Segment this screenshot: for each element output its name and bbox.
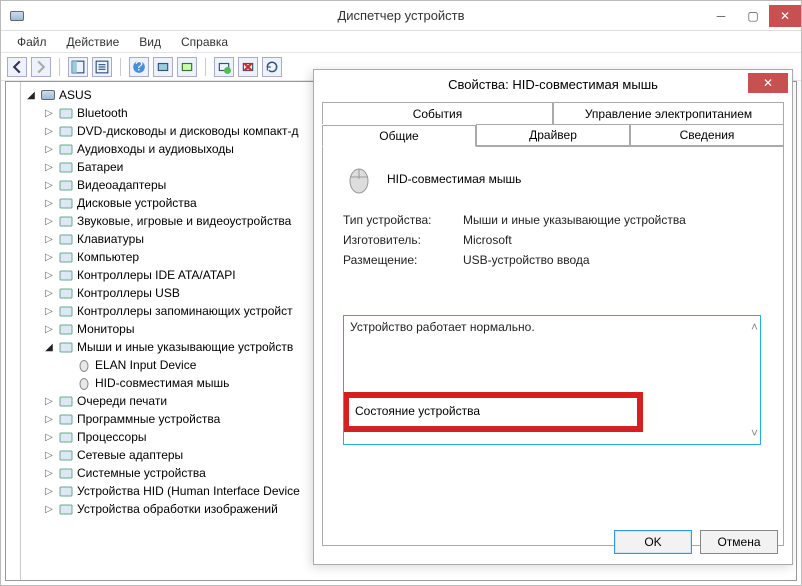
category-icon (58, 105, 74, 121)
toolbar-refresh-icon[interactable] (262, 57, 282, 77)
tab-body-general: HID-совместимая мышь Тип устройства: Мыш… (322, 146, 784, 546)
menu-help[interactable]: Справка (171, 35, 238, 49)
tree-item-label: Видеоадаптеры (77, 178, 166, 192)
category-icon (58, 303, 74, 319)
category-icon (58, 465, 74, 481)
menu-action[interactable]: Действие (57, 35, 130, 49)
category-icon (58, 231, 74, 247)
tree-item-label: Клавиатуры (77, 232, 144, 246)
category-icon (58, 177, 74, 193)
prop-loc-label: Размещение: (343, 253, 463, 267)
category-icon (58, 141, 74, 157)
prop-mfg-label: Изготовитель: (343, 233, 463, 247)
toolbar-forward-icon[interactable] (31, 57, 51, 77)
toolbar-help-icon[interactable]: ? (129, 57, 149, 77)
ok-button[interactable]: OK (614, 530, 692, 554)
tree-item-label: Контроллеры IDE ATA/ATAPI (77, 268, 236, 282)
tab-events[interactable]: События (322, 102, 553, 124)
tab-driver[interactable]: Драйвер (476, 124, 630, 146)
tree-item-label: Компьютер (77, 250, 139, 264)
tree-item-label: Контроллеры запоминающих устройст (77, 304, 293, 318)
menu-view[interactable]: Вид (129, 35, 171, 49)
tree-item-label: Очереди печати (77, 394, 167, 408)
tree-root-label: ASUS (59, 88, 92, 102)
tree-child-label: HID-совместимая мышь (95, 376, 229, 390)
tree-item-label: Процессоры (77, 430, 147, 444)
tab-power[interactable]: Управление электропитанием (553, 102, 784, 124)
tree-item-label: Контроллеры USB (77, 286, 180, 300)
prop-type-label: Тип устройства: (343, 213, 463, 227)
cancel-button[interactable]: Отмена (700, 530, 778, 554)
tree-item-label: Сетевые адаптеры (77, 448, 183, 462)
tree-item-label: DVD-дисководы и дисководы компакт-д (77, 124, 298, 138)
category-icon (58, 285, 74, 301)
status-text: Устройство работает нормально. (350, 320, 535, 334)
category-icon (58, 483, 74, 499)
computer-icon (40, 87, 56, 103)
category-icon (58, 123, 74, 139)
tree-item-label: Bluetooth (77, 106, 128, 120)
left-gutter (6, 82, 21, 580)
category-icon (58, 339, 74, 355)
category-icon (58, 195, 74, 211)
toolbar-uninstall-icon[interactable] (238, 57, 258, 77)
toolbar-back-icon[interactable] (7, 57, 27, 77)
tree-item-label: Аудиовходы и аудиовыходы (77, 142, 234, 156)
tree-item-label: Дисковые устройства (77, 196, 197, 210)
category-icon (58, 159, 74, 175)
svg-text:?: ? (135, 60, 143, 74)
dialog-title: Свойства: HID-совместимая мышь (314, 77, 792, 92)
menu-file[interactable]: Файл (7, 35, 57, 49)
prop-mfg-value: Microsoft (463, 233, 512, 247)
properties-dialog: Свойства: HID-совместимая мышь ✕ События… (313, 69, 793, 565)
tree-item-label: Программные устройства (77, 412, 220, 426)
dialog-titlebar[interactable]: Свойства: HID-совместимая мышь ✕ (314, 70, 792, 98)
window-title: Диспетчер устройств (1, 8, 801, 23)
tree-child-label: ELAN Input Device (95, 358, 196, 372)
status-textarea[interactable]: Устройство работает нормально. ˄ ˅ (343, 315, 761, 445)
toolbar-properties-icon[interactable] (92, 57, 112, 77)
toolbar-panel-icon[interactable] (68, 57, 88, 77)
category-icon (58, 447, 74, 463)
device-name: HID-совместимая мышь (387, 172, 521, 186)
toolbar-enable-icon[interactable] (214, 57, 234, 77)
tree-item-label: Звуковые, игровые и видеоустройства (77, 214, 291, 228)
titlebar: Диспетчер устройств ─ ▢ ✕ (1, 1, 801, 31)
scroll-up-icon[interactable]: ˄ (751, 320, 758, 334)
toolbar-scan-icon[interactable] (153, 57, 173, 77)
tree-item-label: Устройства обработки изображений (77, 502, 278, 516)
tree-item-label: Мыши и иные указывающие устройств (77, 340, 293, 354)
mouse-icon (343, 163, 375, 195)
dialog-tabs: События Управление электропитанием Общие… (322, 102, 784, 146)
category-icon (58, 429, 74, 445)
dialog-close-button[interactable]: ✕ (748, 73, 788, 93)
category-icon (58, 213, 74, 229)
menubar: Файл Действие Вид Справка (1, 31, 801, 53)
device-icon (76, 375, 92, 391)
tab-general[interactable]: Общие (322, 125, 476, 147)
category-icon (58, 501, 74, 517)
tree-item-label: Устройства HID (Human Interface Device (77, 484, 300, 498)
category-icon (58, 249, 74, 265)
tree-item-label: Батареи (77, 160, 123, 174)
tree-item-label: Мониторы (77, 322, 134, 336)
category-icon (58, 411, 74, 427)
category-icon (58, 321, 74, 337)
device-icon (76, 357, 92, 373)
tree-item-label: Системные устройства (77, 466, 206, 480)
scroll-down-icon[interactable]: ˅ (751, 426, 758, 440)
prop-loc-value: USB-устройство ввода (463, 253, 590, 267)
tab-details[interactable]: Сведения (630, 124, 784, 146)
prop-type-value: Мыши и иные указывающие устройства (463, 213, 686, 227)
toolbar-update-icon[interactable] (177, 57, 197, 77)
category-icon (58, 393, 74, 409)
category-icon (58, 267, 74, 283)
